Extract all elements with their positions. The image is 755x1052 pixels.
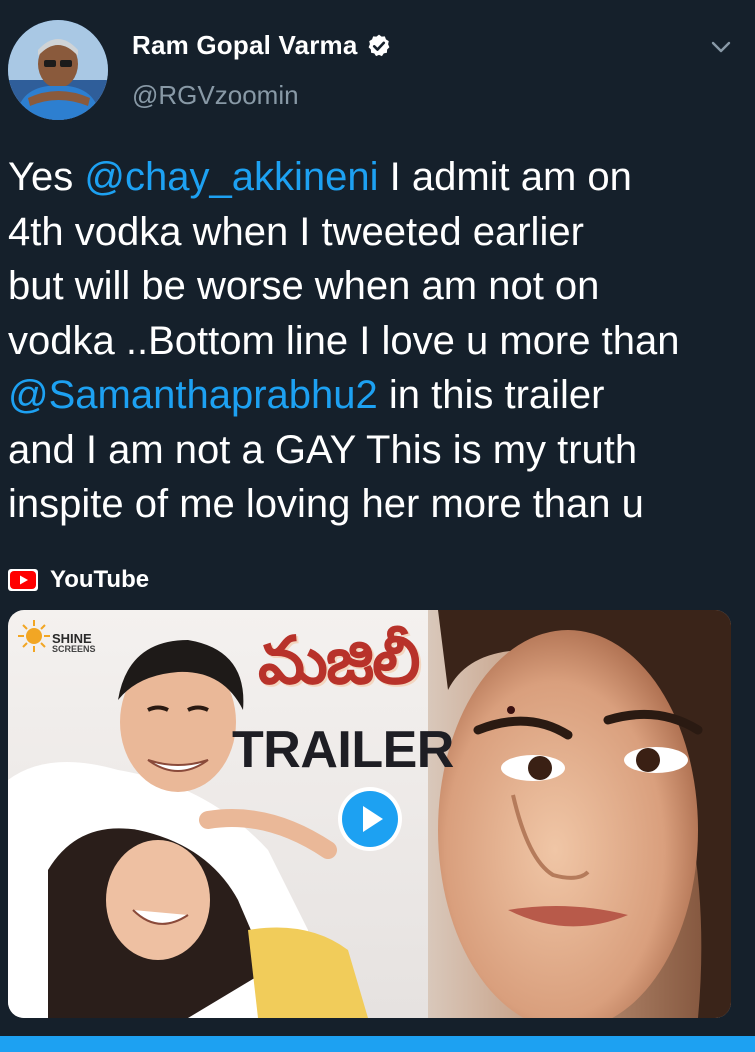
trailer-label: TRAILER: [232, 721, 454, 779]
tweet-text: Yes @chay_akkineni I admit am on 4th vod…: [8, 150, 748, 532]
play-icon[interactable]: [337, 786, 403, 852]
tweet-header: Ram Gopal Varma @RGVzoomin: [0, 0, 755, 130]
youtube-icon: [8, 569, 38, 591]
movie-title: మజిలీ: [258, 622, 420, 699]
source-label: YouTube: [50, 566, 150, 593]
mention-link[interactable]: @Samanthaprabhu2: [8, 373, 378, 417]
bottom-accent-bar: [0, 1036, 755, 1052]
author-handle[interactable]: @RGVzoomin: [132, 80, 299, 111]
author-row: Ram Gopal Varma: [132, 30, 392, 61]
mention-link[interactable]: @chay_akkineni: [84, 155, 378, 199]
tweet-text-segment: Yes: [8, 155, 85, 199]
link-source: YouTube: [8, 563, 149, 597]
avatar[interactable]: [8, 20, 108, 120]
chevron-down-icon[interactable]: [707, 36, 735, 58]
author-name[interactable]: Ram Gopal Varma: [132, 30, 358, 61]
verified-badge-icon: [368, 34, 389, 56]
avatar-image: [8, 20, 108, 120]
studio-logo-sub: SCREENS: [52, 644, 96, 654]
